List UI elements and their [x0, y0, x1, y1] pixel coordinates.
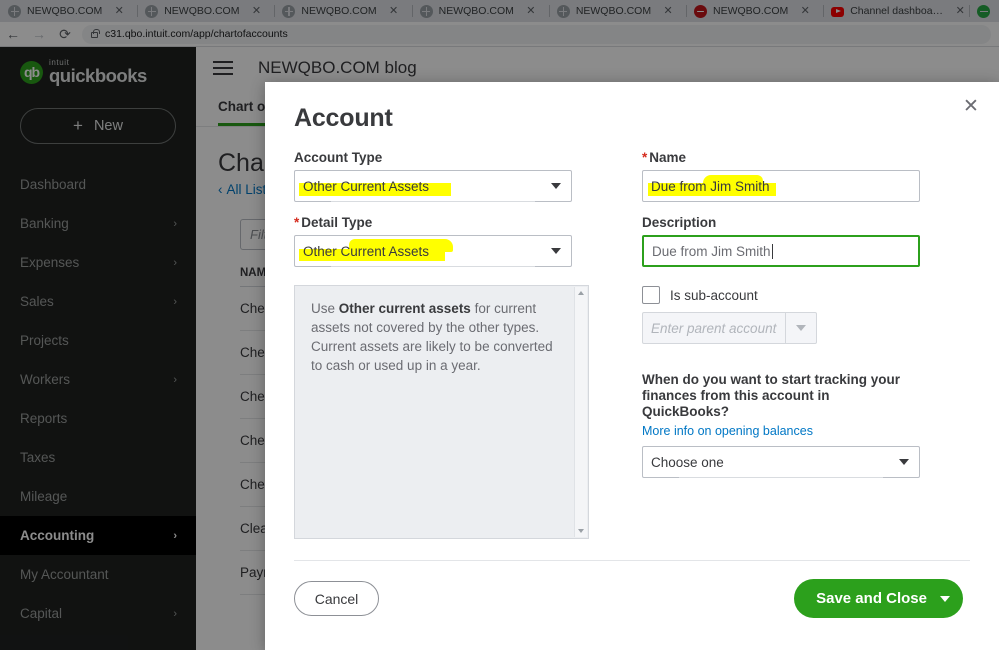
- parent-account-placeholder: Enter parent account: [651, 320, 777, 336]
- is-sub-account-checkbox[interactable]: [642, 286, 660, 304]
- detail-type-label-text: Detail Type: [301, 215, 373, 230]
- form-column-right: * Name Due from Jim Smith Description Due…: [642, 150, 942, 478]
- chevron-down-icon: [551, 248, 561, 254]
- description-value: Due from Jim Smith: [652, 243, 771, 259]
- required-asterisk: *: [294, 215, 300, 230]
- save-and-close-label: Save and Close: [816, 590, 927, 607]
- help-scrollbar[interactable]: [574, 287, 587, 537]
- text-cursor: [771, 243, 773, 259]
- description-label: Description: [642, 215, 717, 230]
- chevron-down-icon: [551, 183, 561, 189]
- opening-balance-link[interactable]: More info on opening balances: [642, 424, 942, 438]
- modal-title: Account: [294, 104, 393, 132]
- save-dropdown-toggle[interactable]: [927, 595, 963, 602]
- scroll-down-icon[interactable]: [578, 529, 584, 533]
- name-label: * Name: [642, 150, 942, 165]
- parent-account-select[interactable]: Enter parent account: [642, 312, 817, 344]
- name-input[interactable]: Due from Jim Smith: [642, 170, 920, 202]
- required-asterisk: *: [642, 150, 648, 165]
- opening-balance-select[interactable]: Choose one: [642, 446, 920, 478]
- opening-balance-value: Choose one: [651, 454, 724, 470]
- close-icon[interactable]: ✕: [959, 94, 983, 118]
- detail-type-label: * Detail Type: [294, 215, 589, 230]
- name-label-text: Name: [649, 150, 687, 165]
- cancel-button[interactable]: Cancel: [294, 581, 379, 616]
- account-type-label: Account Type: [294, 150, 383, 165]
- account-type-value-wrap: Other Current Assets: [299, 178, 451, 196]
- form-column-left: Account Type Other Current Assets * Detai…: [294, 150, 589, 539]
- detail-type-value: Other Current Assets: [303, 243, 430, 259]
- help-prefix: Use: [311, 301, 339, 316]
- modal-divider: [294, 560, 970, 561]
- chevron-down-icon: [940, 595, 950, 602]
- save-and-close-button[interactable]: Save and Close: [794, 579, 963, 618]
- chevron-down-icon: [899, 459, 909, 465]
- divider: [785, 313, 786, 343]
- detail-type-value-wrap: Other Current Assets: [299, 238, 453, 261]
- detail-type-select[interactable]: Other Current Assets: [294, 235, 572, 267]
- chevron-down-icon: [796, 325, 806, 331]
- opening-balance-question: When do you want to start tracking your …: [642, 372, 901, 419]
- description-input[interactable]: Due from Jim Smith: [642, 235, 920, 267]
- help-bold: Other current assets: [338, 301, 471, 316]
- screen-root: NEWQBO.COM ✕ NEWQBO.COM ✕ NEWQBO.COM ✕ N…: [0, 0, 999, 650]
- scroll-up-icon[interactable]: [578, 291, 584, 295]
- name-value-wrap: Due from Jim Smith: [648, 174, 776, 196]
- is-sub-account-label: Is sub-account: [670, 287, 758, 303]
- account-type-select[interactable]: Other Current Assets: [294, 170, 572, 202]
- account-type-value: Other Current Assets: [303, 178, 430, 194]
- is-sub-account-row[interactable]: Is sub-account: [642, 286, 942, 304]
- detail-type-help: Use Other current assets for current ass…: [294, 285, 589, 539]
- account-modal: ✕ Account Account Type Other Current Ass…: [265, 82, 999, 650]
- name-value: Due from Jim Smith: [651, 178, 770, 194]
